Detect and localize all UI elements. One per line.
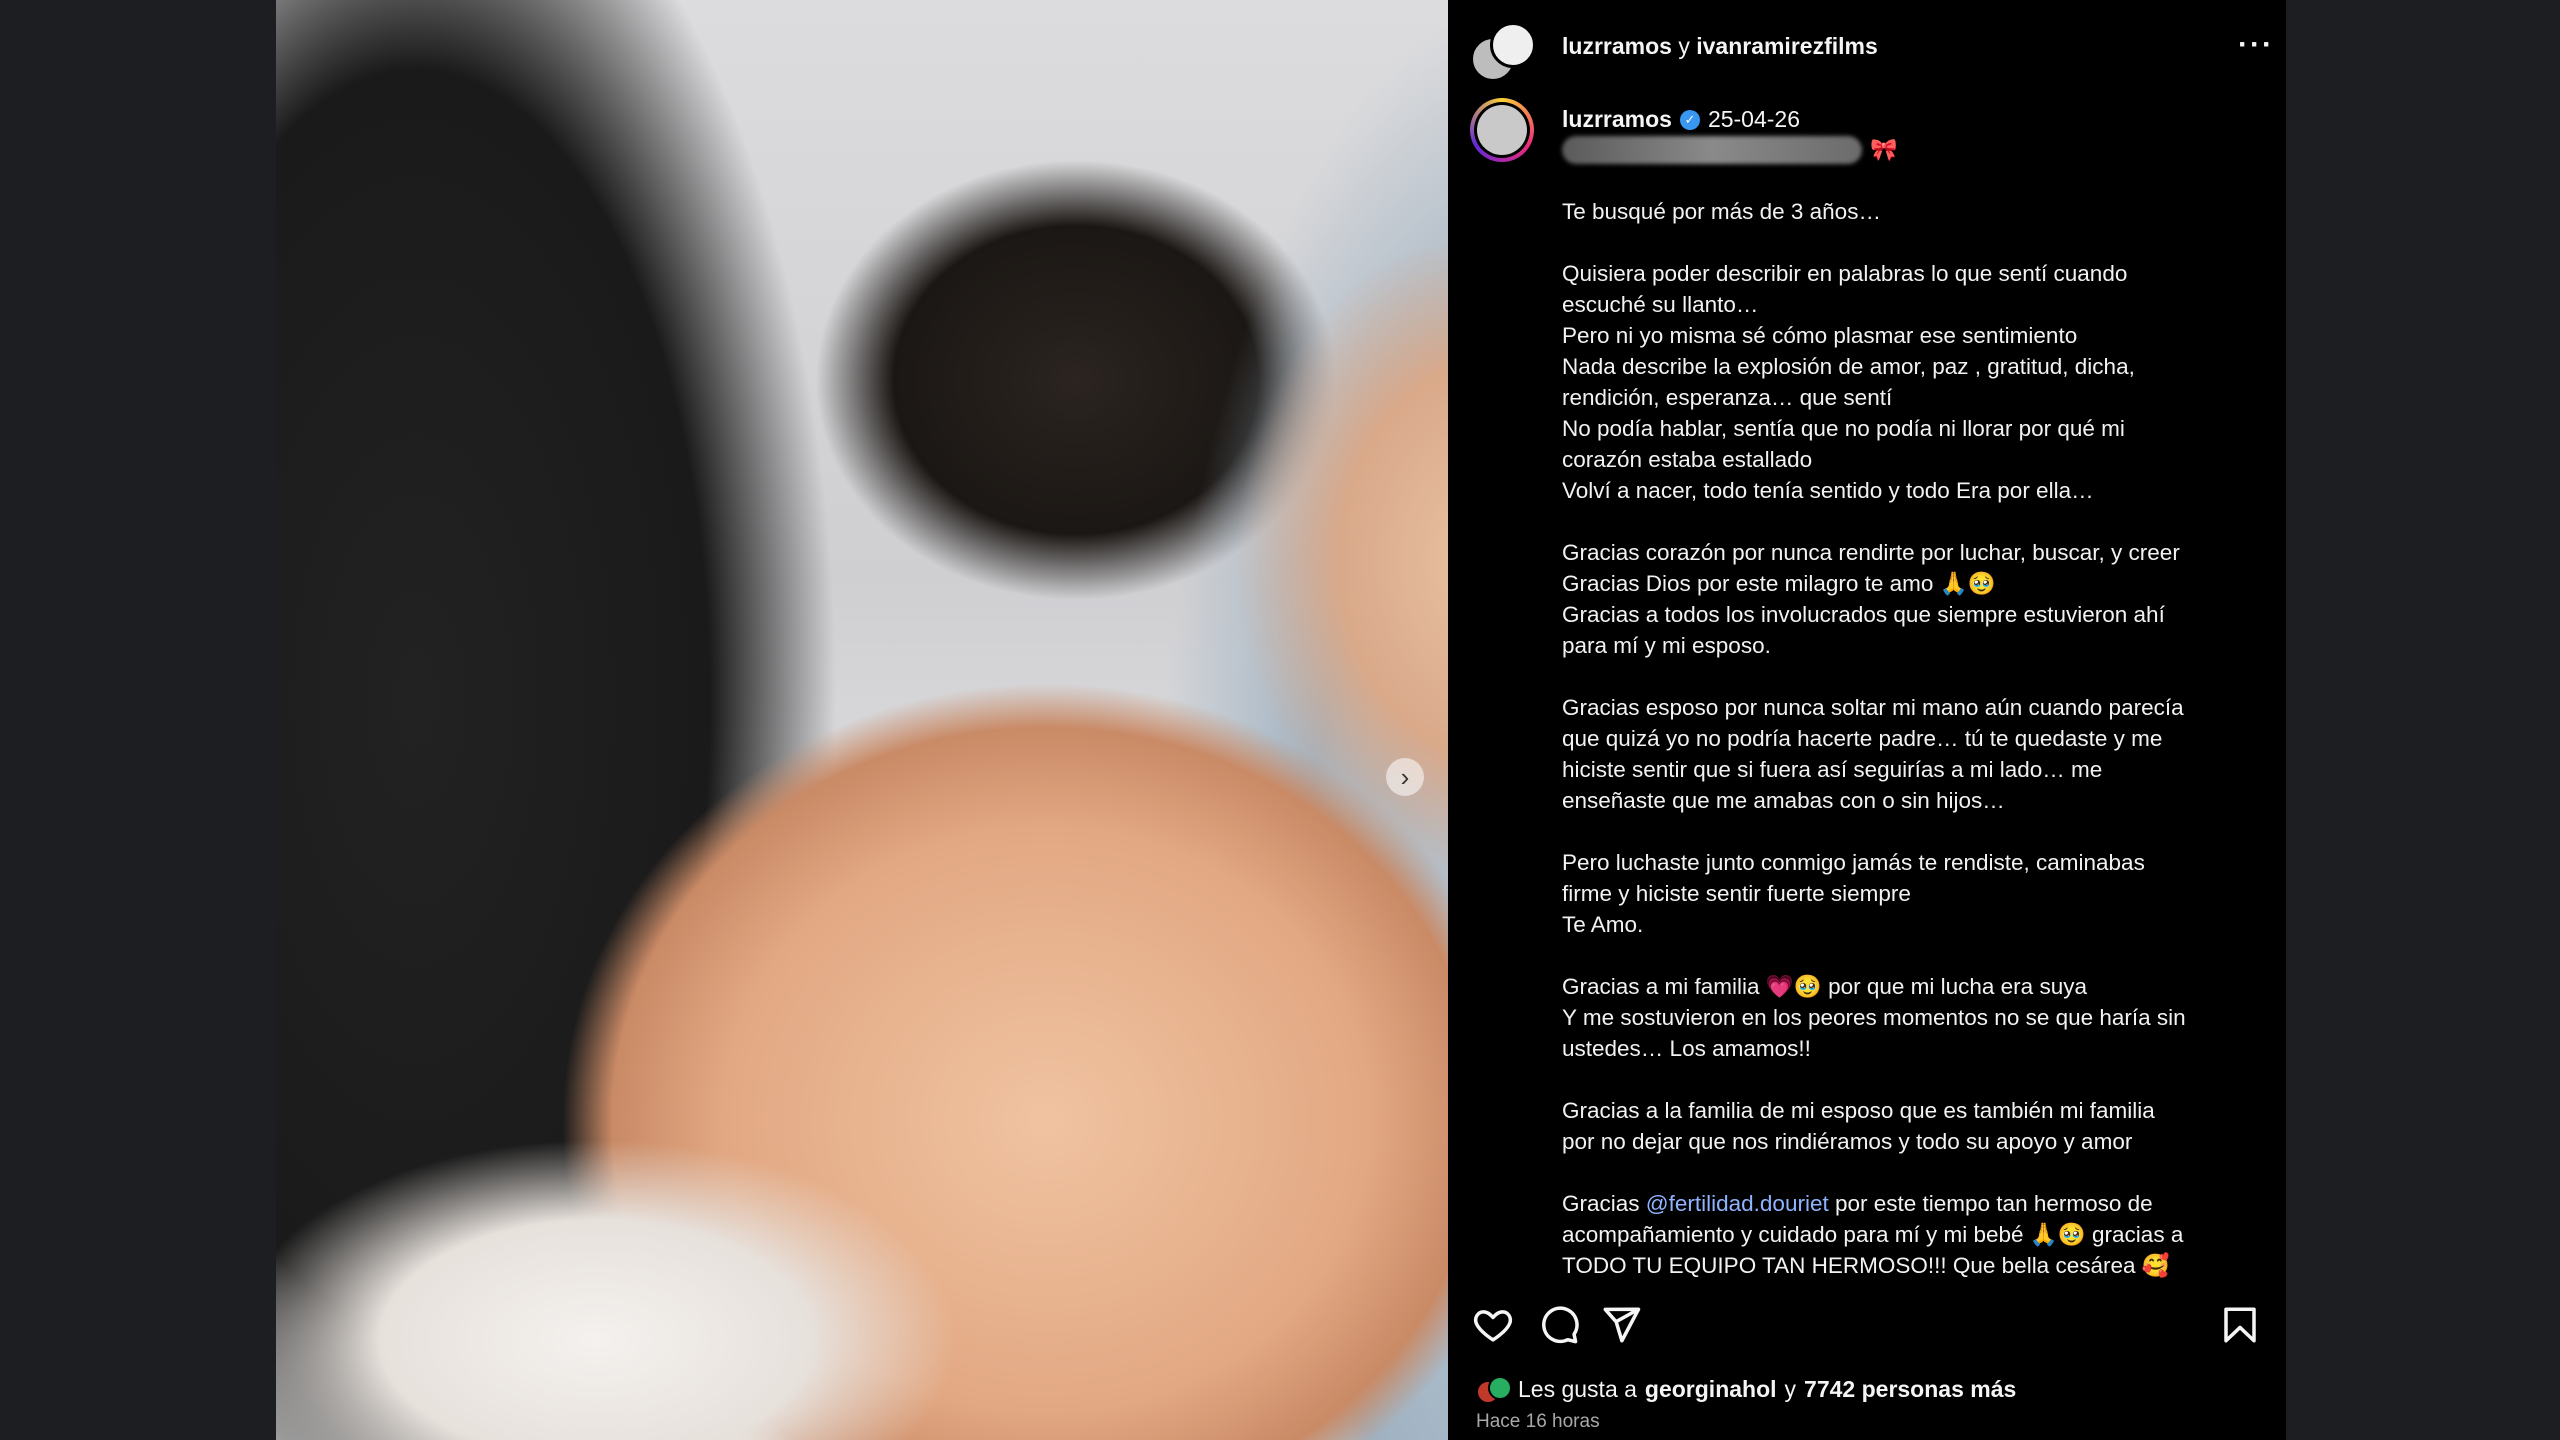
author-username[interactable]: luzrramos	[1562, 106, 1672, 133]
username-link[interactable]: luzrramos	[1562, 33, 1672, 59]
likes-count-link[interactable]: 7742 personas más	[1804, 1376, 2016, 1403]
liker-username[interactable]: georginahol	[1645, 1376, 1777, 1403]
post-caption: Te busqué por más de 3 años… Quisiera po…	[1562, 196, 2262, 1281]
post-side-panel: luzrramos y ivanramirezfilms ··· luzrram…	[1448, 0, 2286, 1440]
post-modal: › luzrramos y ivanramirezfilms ··· luzrr…	[276, 0, 2286, 1440]
username-link[interactable]: ivanramirezfilms	[1696, 33, 1878, 59]
mention-link[interactable]: @fertilidad.douriet	[1646, 1191, 1829, 1216]
bookmark-icon[interactable]	[2219, 1304, 2261, 1346]
liker-avatars	[1476, 1374, 1512, 1404]
blurred-text: 🎀	[1562, 136, 1897, 164]
ribbon-icon: 🎀	[1870, 137, 1898, 162]
comment-icon[interactable]	[1538, 1304, 1580, 1346]
likes-joiner: y	[1784, 1375, 1797, 1402]
likes-summary: Les gusta a georginahol y 7742 personas …	[1476, 1374, 2016, 1404]
heart-icon[interactable]	[1472, 1304, 1514, 1346]
caption-date: 25-04-26	[1707, 106, 1801, 132]
avatar	[1490, 22, 1536, 68]
chevron-right-icon: ›	[1400, 762, 1410, 792]
collab-avatars[interactable]	[1470, 22, 1536, 82]
next-photo-button[interactable]: ›	[1386, 758, 1424, 796]
post-header: luzrramos y ivanramirezfilms ···	[1448, 0, 2286, 96]
username-separator: y	[1678, 33, 1690, 59]
post-timestamp[interactable]: Hace 16 horas	[1476, 1411, 1600, 1433]
send-icon[interactable]	[1600, 1304, 1642, 1346]
likes-prefix: Les gusta a	[1518, 1375, 1637, 1402]
caption-author: luzrramos ✓ 25-04-26	[1562, 106, 1800, 133]
redacted-text	[1562, 136, 1862, 164]
photo-blanket	[276, 1140, 976, 1440]
more-horizontal-icon[interactable]: ···	[2238, 28, 2274, 62]
post-photo[interactable]: ›	[276, 0, 1448, 1440]
verified-badge-icon: ✓	[1679, 109, 1700, 130]
collab-usernames: luzrramos y ivanramirezfilms	[1562, 33, 1878, 60]
author-avatar[interactable]	[1470, 98, 1534, 162]
caption-text: Te busqué por más de 3 años… Quisiera po…	[1562, 199, 2186, 1216]
action-bar	[1448, 1296, 2286, 1356]
